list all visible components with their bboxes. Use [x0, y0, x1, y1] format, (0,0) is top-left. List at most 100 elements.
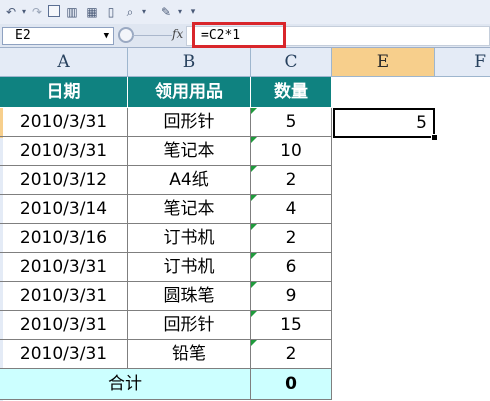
table-header-cell[interactable]: 日期 — [0, 77, 128, 108]
cell-text: 2010/3/16 — [19, 228, 108, 248]
table-cell[interactable]: 6 — [251, 253, 332, 282]
table-cell[interactable]: 回形针 — [128, 108, 251, 137]
name-box-value: E2 — [15, 28, 31, 43]
table-cell[interactable]: 笔记本 — [128, 195, 251, 224]
insert-function-icon[interactable]: fx — [172, 27, 183, 41]
cell-text: 2 — [285, 344, 297, 364]
table-cell[interactable]: 回形针 — [128, 311, 251, 340]
table-cell[interactable]: 2 — [251, 224, 332, 253]
dropdown-icon[interactable]: ▾ — [176, 4, 184, 20]
redo-icon[interactable]: ↷ — [30, 4, 44, 20]
name-box[interactable]: E2 ▼ — [2, 27, 114, 45]
table-cell[interactable]: 5 — [251, 108, 332, 137]
cell-text: 2010/3/31 — [19, 286, 108, 306]
cell-text: 2010/3/12 — [19, 170, 108, 190]
table-cell[interactable]: 2010/3/31 — [0, 253, 128, 282]
column-header-b[interactable]: B — [128, 48, 251, 76]
cell-text: 0 — [285, 374, 297, 394]
cell-text: 2 — [285, 170, 297, 190]
customize-icon[interactable]: ▾ — [188, 4, 198, 20]
cell-text: 合计 — [108, 374, 142, 394]
error-indicator-icon — [251, 253, 257, 259]
table-cell[interactable]: 15 — [251, 311, 332, 340]
error-indicator-icon — [251, 195, 257, 201]
column-header-a[interactable]: A — [0, 48, 128, 76]
cell-text: 笔记本 — [163, 199, 215, 219]
cell-text: 笔记本 — [163, 141, 215, 161]
cell-text: A4纸 — [169, 170, 209, 190]
undo-icon[interactable]: ↶ — [4, 4, 18, 20]
table-cell[interactable]: A4纸 — [128, 166, 251, 195]
column-header-f[interactable]: F — [435, 48, 490, 76]
error-indicator-icon — [251, 166, 257, 172]
cell-text: 2010/3/31 — [19, 112, 108, 132]
cell-text: 2010/3/31 — [19, 141, 108, 161]
error-indicator-icon — [251, 108, 257, 114]
error-indicator-icon — [251, 340, 257, 346]
table-cell[interactable]: 2010/3/31 — [0, 137, 128, 166]
table-cell[interactable]: 铅笔 — [128, 340, 251, 369]
table-cell[interactable]: 2010/3/12 — [0, 166, 128, 195]
table-cell[interactable]: 10 — [251, 137, 332, 166]
new-doc-icon[interactable]: ▯ — [104, 4, 118, 20]
cell-text: 2010/3/31 — [19, 344, 108, 364]
column-header-bar: A B C E F — [0, 48, 490, 77]
cell-text: 4 — [285, 199, 297, 219]
table-cell[interactable]: 2010/3/14 — [0, 195, 128, 224]
table-cell[interactable]: 2010/3/31 — [0, 282, 128, 311]
table-cell[interactable]: 2010/3/31 — [0, 108, 128, 137]
cell-text: 2 — [285, 228, 297, 248]
table-cell[interactable]: 笔记本 — [128, 137, 251, 166]
table-cell[interactable]: 2010/3/16 — [0, 224, 128, 253]
divider — [132, 35, 172, 36]
column-header-e[interactable]: E — [332, 48, 435, 76]
print-preview-icon[interactable]: ⌕ — [122, 4, 138, 20]
cell-text: 10 — [280, 141, 302, 161]
table-cell[interactable]: 2010/3/31 — [0, 340, 128, 369]
formula-input[interactable]: =C2*1 — [186, 26, 490, 46]
table-cell[interactable]: 9 — [251, 282, 332, 311]
cell-text: 15 — [280, 315, 302, 335]
table-header-cell[interactable]: 数量 — [251, 77, 332, 108]
format-icon[interactable]: ✎ — [158, 4, 174, 20]
table-header-cell[interactable]: 领用用品 — [128, 77, 251, 108]
cell-text: 订书机 — [163, 228, 215, 248]
cell-text: 9 — [285, 286, 297, 306]
cell-text: 5 — [285, 112, 297, 132]
selected-cell-e2[interactable]: 5 — [333, 108, 435, 138]
error-indicator-icon — [251, 282, 257, 288]
table-cell[interactable]: 2 — [251, 166, 332, 195]
cell-text: 订书机 — [163, 257, 215, 277]
cell-text: 铅笔 — [172, 344, 206, 364]
table-cell[interactable]: 2 — [251, 340, 332, 369]
column-header-c[interactable]: C — [251, 48, 332, 76]
fill-handle[interactable] — [431, 134, 438, 141]
cell-text: 回形针 — [163, 112, 215, 132]
cell-text: 2010/3/31 — [19, 315, 108, 335]
total-label-cell[interactable]: 合计 — [0, 369, 251, 400]
dropdown-icon[interactable]: ▾ — [140, 4, 148, 20]
cell-text: 2010/3/14 — [19, 199, 108, 219]
cell-text: 领用用品 — [155, 82, 223, 102]
undo-dropdown-icon[interactable]: ▾ — [20, 4, 28, 20]
table-cell[interactable]: 订书机 — [128, 253, 251, 282]
formula-text: =C2*1 — [201, 28, 241, 43]
cell-text: 6 — [285, 257, 297, 277]
table-icon[interactable]: ▦ — [84, 4, 100, 20]
cell-text: 回形针 — [163, 315, 215, 335]
chart-icon[interactable]: ▥ — [64, 4, 80, 20]
table-cell[interactable]: 4 — [251, 195, 332, 224]
table-cell[interactable]: 圆珠笔 — [128, 282, 251, 311]
quick-access-toolbar: ↶ ▾ ↷ ▥ ▦ ▯ ⌕ ▾ ✎ ▾ ▾ — [0, 0, 490, 24]
table-cell[interactable]: 2010/3/31 — [0, 311, 128, 340]
error-indicator-icon — [251, 137, 257, 143]
total-value-cell[interactable]: 0 — [251, 369, 332, 400]
cell-text: 数量 — [274, 82, 308, 102]
formula-bar: E2 ▼ fx =C2*1 — [0, 24, 490, 48]
cell-text: 2010/3/31 — [19, 257, 108, 277]
form-icon[interactable] — [48, 5, 60, 17]
table-cell[interactable]: 订书机 — [128, 224, 251, 253]
cell-text: 圆珠笔 — [163, 286, 215, 306]
cell-value: 5 — [416, 113, 427, 133]
chevron-down-icon[interactable]: ▼ — [104, 28, 109, 44]
